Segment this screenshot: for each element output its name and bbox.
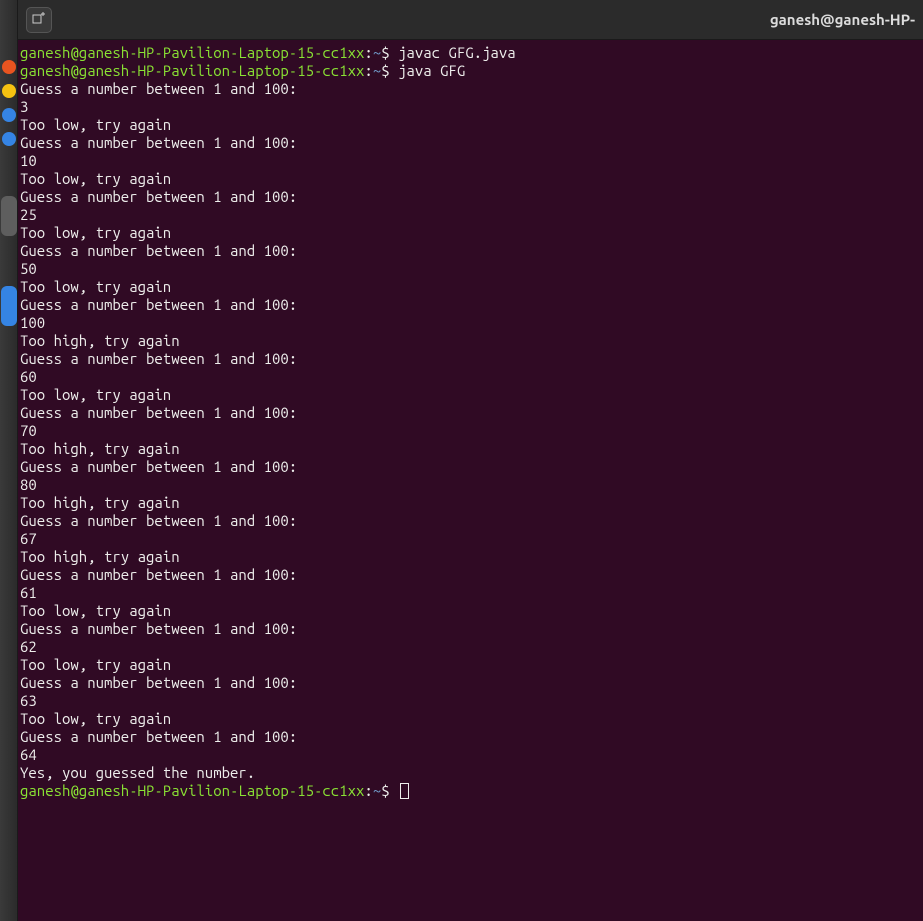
terminal-line: Too low, try again — [20, 116, 921, 134]
terminal-line: 10 — [20, 152, 921, 170]
prompt-user-host: ganesh@ganesh-HP-Pavilion-Laptop-15-cc1x… — [20, 782, 364, 799]
terminal-line: 25 — [20, 206, 921, 224]
terminal-line: Too high, try again — [20, 494, 921, 512]
terminal-line: Too high, try again — [20, 440, 921, 458]
terminal-line: Too low, try again — [20, 602, 921, 620]
prompt-symbol: $ — [381, 44, 398, 61]
prompt-path: ~ — [373, 62, 381, 79]
prompt-user-host: ganesh@ganesh-HP-Pavilion-Laptop-15-cc1x… — [20, 62, 364, 79]
new-tab-button[interactable] — [26, 7, 52, 33]
prompt-path: ~ — [373, 782, 381, 799]
terminal-line: Too low, try again — [20, 224, 921, 242]
dock-app-icon[interactable] — [1, 196, 17, 236]
terminal-line: Guess a number between 1 and 100: — [20, 674, 921, 692]
terminal-line: 63 — [20, 692, 921, 710]
terminal-line: Guess a number between 1 and 100: — [20, 296, 921, 314]
terminal-line: Too low, try again — [20, 278, 921, 296]
terminal-line: Too high, try again — [20, 332, 921, 350]
prompt-symbol: $ — [381, 782, 398, 799]
titlebar[interactable]: ganesh@ganesh-HP- — [18, 0, 923, 40]
dock-app-icon[interactable] — [2, 84, 16, 98]
prompt-separator: : — [364, 782, 372, 799]
terminal-line: 100 — [20, 314, 921, 332]
terminal-line: 62 — [20, 638, 921, 656]
terminal-line: ganesh@ganesh-HP-Pavilion-Laptop-15-cc1x… — [20, 44, 921, 62]
prompt-separator: : — [364, 62, 372, 79]
terminal-line: 80 — [20, 476, 921, 494]
terminal-line: 67 — [20, 530, 921, 548]
terminal-line: ganesh@ganesh-HP-Pavilion-Laptop-15-cc1x… — [20, 782, 921, 800]
command-text: java GFG — [398, 62, 465, 79]
terminal-line: Too low, try again — [20, 656, 921, 674]
command-text: javac GFG.java — [398, 44, 516, 61]
terminal-line: Too low, try again — [20, 170, 921, 188]
terminal-body[interactable]: ganesh@ganesh-HP-Pavilion-Laptop-15-cc1x… — [18, 40, 923, 921]
terminal-line: 3 — [20, 98, 921, 116]
terminal-line: 50 — [20, 260, 921, 278]
terminal-line: 60 — [20, 368, 921, 386]
terminal-line: Guess a number between 1 and 100: — [20, 350, 921, 368]
terminal-line: ganesh@ganesh-HP-Pavilion-Laptop-15-cc1x… — [20, 62, 921, 80]
dock-app-icon[interactable] — [2, 132, 16, 146]
terminal-window: ganesh@ganesh-HP- ganesh@ganesh-HP-Pavil… — [18, 0, 923, 921]
terminal-line: Guess a number between 1 and 100: — [20, 728, 921, 746]
terminal-line: 61 — [20, 584, 921, 602]
dock — [0, 0, 18, 921]
prompt-separator: : — [364, 44, 372, 61]
cursor-icon — [400, 783, 409, 799]
dock-app-icon[interactable] — [1, 286, 17, 326]
terminal-line: Too low, try again — [20, 710, 921, 728]
terminal-line: 64 — [20, 746, 921, 764]
terminal-line: Guess a number between 1 and 100: — [20, 134, 921, 152]
new-tab-icon — [32, 11, 46, 28]
terminal-line: Guess a number between 1 and 100: — [20, 620, 921, 638]
dock-app-icon[interactable] — [2, 60, 16, 74]
terminal-line: Guess a number between 1 and 100: — [20, 242, 921, 260]
terminal-line: Too high, try again — [20, 548, 921, 566]
terminal-line: Guess a number between 1 and 100: — [20, 404, 921, 422]
terminal-line: 70 — [20, 422, 921, 440]
terminal-line: Too low, try again — [20, 386, 921, 404]
terminal-line: Guess a number between 1 and 100: — [20, 566, 921, 584]
terminal-line: Guess a number between 1 and 100: — [20, 512, 921, 530]
prompt-path: ~ — [373, 44, 381, 61]
dock-app-icon[interactable] — [2, 108, 16, 122]
terminal-line: Yes, you guessed the number. — [20, 764, 921, 782]
terminal-line: Guess a number between 1 and 100: — [20, 458, 921, 476]
terminal-line: Guess a number between 1 and 100: — [20, 188, 921, 206]
terminal-line: Guess a number between 1 and 100: — [20, 80, 921, 98]
window-title: ganesh@ganesh-HP- — [770, 11, 915, 28]
prompt-user-host: ganesh@ganesh-HP-Pavilion-Laptop-15-cc1x… — [20, 44, 364, 61]
prompt-symbol: $ — [381, 62, 398, 79]
